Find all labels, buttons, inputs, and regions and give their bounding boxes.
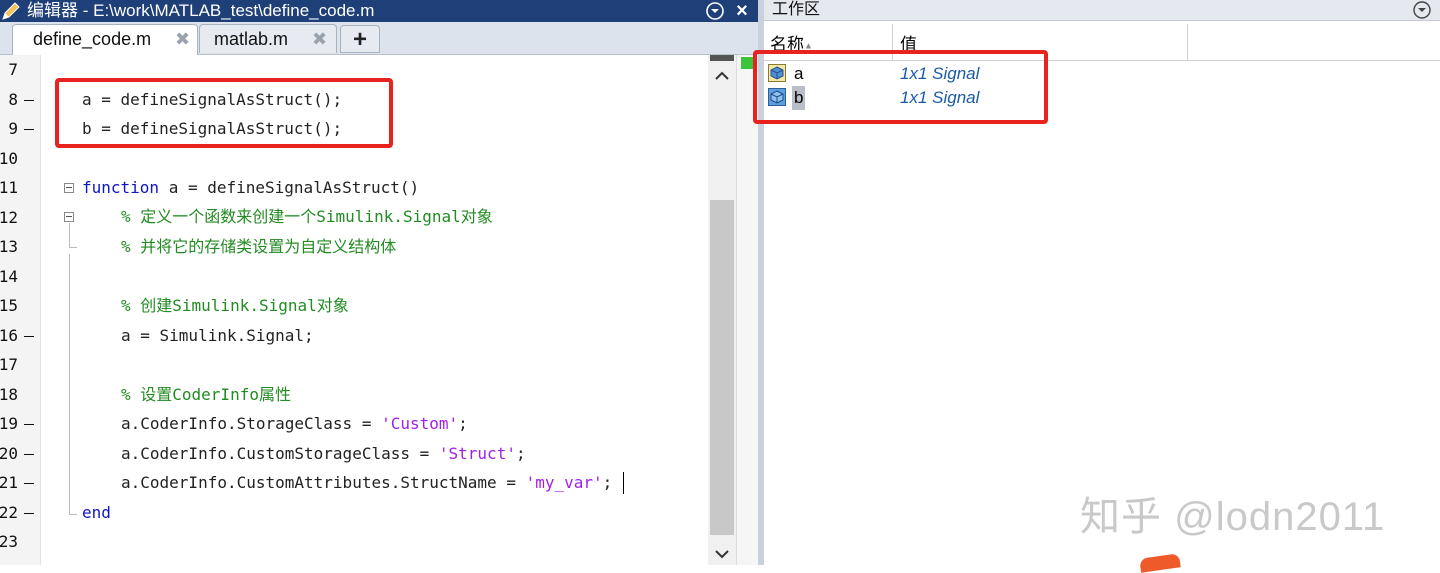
- watermark: 知乎 @lodn2011: [1080, 495, 1386, 539]
- code-line-18-comment: % 设置CoderInfo属性: [121, 385, 291, 404]
- code-line-21: a.CoderInfo.CustomAttributes.StructName …: [121, 473, 613, 492]
- workspace-panel: 工作区 名称▲ 值 a 1x1 Signal b 1x1 Signal: [764, 0, 1440, 565]
- line-number: 23: [0, 532, 18, 551]
- tab-close-icon[interactable]: ✖: [175, 25, 190, 54]
- line-number: 16: [0, 326, 40, 346]
- tab-define-code[interactable]: define_code.m ✖: [12, 24, 198, 55]
- string-literal: 'my_var': [525, 473, 603, 492]
- line-number: 11: [0, 178, 18, 197]
- line-number: 10: [0, 149, 18, 168]
- code-line-8: a = defineSignalAsStruct();: [82, 90, 343, 109]
- analyzer-status-icon[interactable]: [741, 57, 753, 69]
- line-number: 13: [0, 237, 18, 256]
- object-icon: [768, 64, 786, 82]
- scrollbar-top-cap: [710, 55, 734, 61]
- fold-guide: [69, 254, 70, 514]
- line-number: 7: [8, 60, 18, 79]
- scroll-up-icon[interactable]: [708, 65, 736, 87]
- workspace-title-bar: 工作区: [764, 0, 1440, 21]
- line-number: 17: [0, 355, 18, 374]
- code-area[interactable]: a = defineSignalAsStruct(); b = defineSi…: [41, 55, 708, 565]
- sort-ascending-icon: ▲: [804, 40, 813, 51]
- pencil-icon: [0, 0, 22, 22]
- code-line-16: a = Simulink.Signal;: [121, 326, 314, 345]
- workspace-variable-row[interactable]: a 1x1 Signal: [764, 62, 1440, 86]
- scrollbar-thumb[interactable]: [710, 200, 734, 535]
- function-signature: a = defineSignalAsStruct(): [159, 178, 420, 197]
- add-tab-button[interactable]: +: [340, 25, 380, 53]
- workspace-column-header: 名称▲ 值: [764, 24, 1440, 61]
- fold-collapse-icon[interactable]: [64, 183, 74, 193]
- string-literal: 'Struct': [438, 444, 516, 463]
- object-icon: [768, 88, 786, 106]
- tab-label: define_code.m: [33, 29, 152, 49]
- tab-close-icon[interactable]: ✖: [312, 25, 327, 54]
- close-icon[interactable]: ×: [732, 1, 752, 21]
- line-number: 8: [0, 90, 40, 110]
- variable-value: 1x1 Signal: [900, 88, 980, 107]
- variable-value: 1x1 Signal: [900, 64, 980, 83]
- code-line-9: b = defineSignalAsStruct();: [82, 119, 343, 138]
- line-number: 20: [0, 444, 40, 464]
- code-line-12-comment: % 定义一个函数来创建一个Simulink.Signal对象: [121, 207, 493, 226]
- editor-title: 编辑器 - E:\work\MATLAB_test\define_code.m: [27, 1, 375, 20]
- fold-guide: [69, 223, 70, 247]
- line-number: 21: [0, 473, 40, 493]
- code-line-15-comment: % 创建Simulink.Signal对象: [121, 296, 349, 315]
- tab-matlab[interactable]: matlab.m ✖: [199, 24, 337, 53]
- keyword-function: function: [82, 178, 160, 197]
- line-number: 22: [0, 503, 40, 523]
- code-line-20: a.CoderInfo.CustomStorageClass = 'Struct…: [121, 444, 526, 463]
- fold-guide: [69, 247, 77, 248]
- line-number: 18: [0, 385, 18, 404]
- editor-panel: 编辑器 - E:\work\MATLAB_test\define_code.m …: [0, 0, 759, 565]
- tab-label: matlab.m: [214, 29, 289, 49]
- fold-collapse-icon[interactable]: [64, 212, 74, 222]
- column-separator[interactable]: [892, 24, 893, 60]
- code-line-22: end: [82, 503, 111, 522]
- line-number: 19: [0, 414, 40, 434]
- code-line-19: a.CoderInfo.StorageClass = 'Custom';: [121, 414, 468, 433]
- panel-menu-icon[interactable]: [706, 2, 724, 20]
- line-number: 12: [0, 208, 18, 227]
- workspace-variable-row[interactable]: b 1x1 Signal: [764, 86, 1440, 110]
- workspace-title: 工作区: [772, 1, 821, 18]
- code-line-11: function a = defineSignalAsStruct(): [82, 177, 419, 199]
- column-separator[interactable]: [1187, 24, 1188, 60]
- line-number: 15: [0, 296, 18, 315]
- variable-name: a: [794, 64, 804, 83]
- text-cursor: [623, 472, 624, 494]
- fold-guide: [69, 514, 77, 515]
- code-analyzer-bar: [736, 55, 759, 565]
- variable-name: b: [792, 86, 806, 110]
- editor-scrollbar[interactable]: [708, 55, 736, 565]
- line-number: 9: [0, 119, 40, 139]
- code-line-13-comment: % 并将它的存储类设置为自定义结构体: [121, 237, 397, 256]
- line-number: 14: [0, 267, 18, 286]
- panel-menu-icon[interactable]: [1412, 0, 1432, 20]
- string-literal: 'Custom': [381, 414, 459, 433]
- scroll-down-icon[interactable]: [708, 543, 736, 565]
- editor-title-bar: 编辑器 - E:\work\MATLAB_test\define_code.m …: [0, 0, 758, 22]
- column-header-value[interactable]: 值: [900, 30, 917, 55]
- column-header-name[interactable]: 名称▲: [770, 30, 813, 55]
